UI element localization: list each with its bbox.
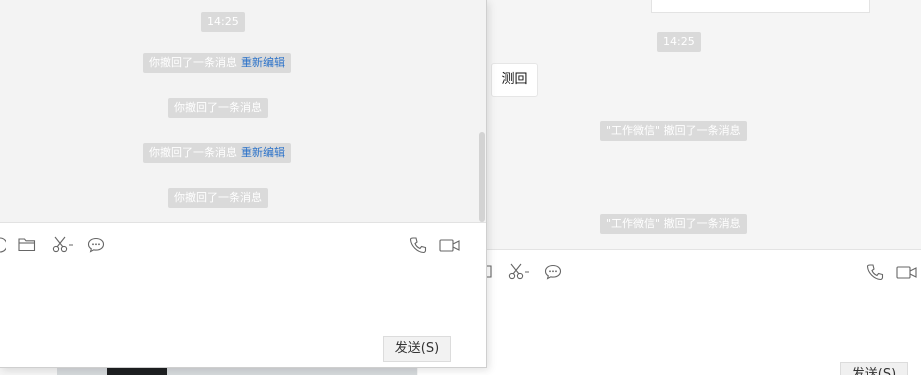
recall-text: 你撤回了一条消息: [174, 191, 262, 204]
phone-icon[interactable]: [866, 263, 884, 281]
chat-bubble-icon[interactable]: [544, 264, 562, 280]
send-button[interactable]: 发送(S): [840, 362, 908, 375]
recall-notice: 你撤回了一条消息: [168, 188, 268, 208]
recall-notice: 你撤回了一条消息 重新编辑: [143, 53, 291, 73]
time-label: 14:25: [657, 32, 701, 52]
foreground-chat-window: 14:25 你撤回了一条消息 重新编辑 你撤回了一条消息 你撤回了一条消息 重新编辑…: [0, 0, 487, 368]
message-bubble[interactable]: 测回: [491, 63, 538, 97]
send-button[interactable]: 发送(S): [383, 336, 451, 362]
scissors-icon[interactable]: [508, 263, 530, 280]
chat-bubble-icon[interactable]: [87, 237, 105, 253]
recall-text: 你撤回了一条消息: [149, 56, 237, 69]
re-edit-link[interactable]: 重新编辑: [241, 146, 285, 159]
message-input-area[interactable]: [418, 250, 921, 375]
scissors-icon[interactable]: [52, 236, 74, 253]
phone-icon[interactable]: [409, 236, 427, 254]
video-icon[interactable]: [439, 239, 461, 252]
emoji-icon[interactable]: [0, 237, 6, 253]
recall-text: 你撤回了一条消息: [174, 101, 262, 114]
recall-notice: 你撤回了一条消息 重新编辑: [143, 143, 291, 163]
system-notice: "工作微信" 撤回了一条消息: [600, 214, 747, 234]
folder-icon[interactable]: [18, 237, 36, 252]
video-icon[interactable]: [896, 266, 918, 279]
recall-notice: 你撤回了一条消息: [168, 98, 268, 118]
previous-message-bubble: [651, 0, 870, 13]
recall-text: 你撤回了一条消息: [149, 146, 237, 159]
system-notice: "工作微信" 撤回了一条消息: [600, 121, 747, 141]
scrollbar[interactable]: [479, 132, 485, 222]
time-label: 14:25: [201, 12, 245, 32]
re-edit-link[interactable]: 重新编辑: [241, 56, 285, 69]
